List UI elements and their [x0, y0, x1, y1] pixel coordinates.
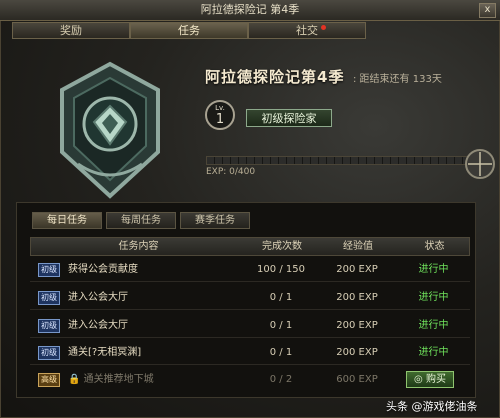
- task-status: 进行中: [418, 347, 449, 358]
- task-name: 进入公会大厅: [68, 320, 128, 331]
- task-name: 获得公会贡献度: [68, 264, 138, 275]
- compass-decoration-icon: [465, 149, 495, 179]
- season-emblem-icon: [60, 61, 160, 199]
- col-exp: 经验值: [343, 241, 373, 252]
- subtab-season[interactable]: 赛季任务: [180, 212, 250, 229]
- task-name: 通关推荐地下城: [83, 374, 154, 385]
- task-count: 0 / 2: [269, 374, 293, 385]
- task-status: 进行中: [418, 264, 449, 275]
- exp-progress-bar: [206, 156, 472, 165]
- rank-title: 初级探险家: [246, 109, 332, 127]
- season-title: 阿拉德探险记第4季: [205, 68, 345, 86]
- task-name-locked: 🔒 通关推荐地下城: [68, 368, 154, 392]
- tab-social[interactable]: 社交: [248, 22, 366, 39]
- task-table-header: 任务内容 完成次数 经验值 状态: [30, 237, 470, 256]
- subtab-daily[interactable]: 每日任务: [32, 212, 102, 229]
- window-titlebar: 阿拉德探险记 第4季 x: [0, 0, 500, 21]
- task-count: 100 / 150: [257, 264, 305, 275]
- table-row[interactable]: 初级 通关[?无相冥渊] 0 / 1 200 EXP 进行中: [30, 341, 470, 365]
- subtab-weekly[interactable]: 每周任务: [106, 212, 176, 229]
- window-title: 阿拉德探险记 第4季: [200, 3, 300, 16]
- col-status: 状态: [424, 241, 445, 252]
- table-row[interactable]: 初级 进入公会大厅 0 / 1 200 EXP 进行中: [30, 314, 470, 338]
- season-countdown: : 距结束还有 133天: [353, 74, 442, 85]
- watermark: 头条 @游戏佬油条: [386, 400, 478, 413]
- tab-social-label: 社交: [296, 24, 318, 37]
- tier-tag: 初级: [38, 263, 60, 277]
- table-row[interactable]: 初级 进入公会大厅 0 / 1 200 EXP 进行中: [30, 286, 470, 310]
- task-exp: 200 EXP: [336, 320, 378, 331]
- task-count: 0 / 1: [269, 347, 293, 358]
- buy-button[interactable]: ◎ 购买: [406, 371, 454, 388]
- task-count: 0 / 1: [269, 292, 293, 303]
- task-exp: 600 EXP: [336, 374, 378, 385]
- tier-tag: 初级: [38, 319, 60, 333]
- col-completion: 完成次数: [262, 241, 302, 252]
- close-button[interactable]: x: [479, 3, 496, 18]
- task-name: 通关[?无相冥渊]: [68, 347, 142, 358]
- task-status: 进行中: [418, 292, 449, 303]
- task-status: 进行中: [418, 320, 449, 331]
- exp-text: EXP: 0/400: [206, 167, 256, 177]
- lock-icon: 🔒: [68, 374, 81, 385]
- coin-icon: ◎: [414, 374, 423, 385]
- task-count: 0 / 1: [269, 320, 293, 331]
- main-tabs: 奖励 任务 社交: [12, 22, 488, 39]
- col-task-content: 任务内容: [118, 241, 159, 252]
- tab-rewards[interactable]: 奖励: [12, 22, 130, 39]
- task-exp: 200 EXP: [336, 347, 378, 358]
- buy-label: 购买: [425, 374, 446, 385]
- table-row[interactable]: 高级 🔒 通关推荐地下城 0 / 2 600 EXP ◎ 购买: [30, 368, 470, 392]
- level-badge: Lv. 1: [205, 100, 235, 130]
- task-exp: 200 EXP: [336, 264, 378, 275]
- level-number: 1: [215, 112, 225, 127]
- tier-tag: 初级: [38, 291, 60, 305]
- task-name: 进入公会大厅: [68, 292, 128, 303]
- task-exp: 200 EXP: [336, 292, 378, 303]
- table-row[interactable]: 初级 获得公会贡献度 100 / 150 200 EXP 进行中: [30, 258, 470, 282]
- notification-dot: [321, 25, 326, 30]
- tier-tag: 初级: [38, 346, 60, 360]
- tier-tag: 高级: [38, 373, 60, 387]
- tab-tasks[interactable]: 任务: [130, 22, 248, 39]
